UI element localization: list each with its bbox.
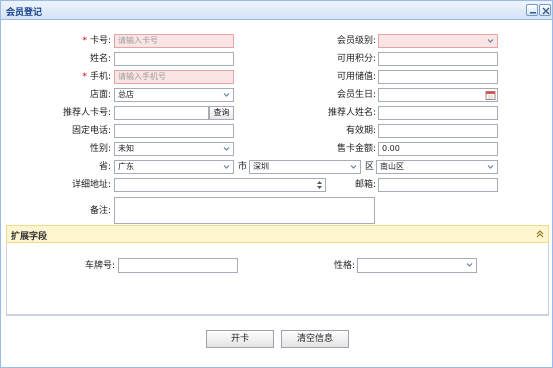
email-label: 邮箱: xyxy=(354,180,376,190)
birthday-label: 会员生日: xyxy=(336,90,376,100)
chevron-down-icon xyxy=(350,165,357,169)
card-no-input[interactable]: 请输入卡号 xyxy=(114,34,234,48)
personality-label: 性格: xyxy=(333,261,355,271)
card-amount-label: 售卡金额: xyxy=(336,144,376,154)
phone-input[interactable]: 请输入手机号 xyxy=(114,70,234,84)
validity-label: 有效期: xyxy=(345,126,376,136)
extended-fields-title: 扩展字段 xyxy=(11,232,48,242)
chevron-down-icon xyxy=(466,263,473,267)
card-amount-input[interactable]: 0.00 xyxy=(378,142,498,156)
window-title: 会员登记 xyxy=(6,8,43,18)
name-input[interactable] xyxy=(114,52,234,66)
chevron-down-icon xyxy=(223,93,230,97)
points-input[interactable] xyxy=(378,52,498,66)
member-level-label: 会员级别: xyxy=(336,36,376,46)
city-select[interactable]: 深圳 xyxy=(249,160,361,174)
district-select[interactable]: 南山区 xyxy=(376,160,498,174)
points-label: 可用积分: xyxy=(336,54,376,64)
remark-label: 备注: xyxy=(89,206,111,216)
gender-label: 性别: xyxy=(89,144,111,154)
window-titlebar: 会员登记 xyxy=(1,1,552,20)
referrer-card-input[interactable] xyxy=(114,106,209,120)
minimize-button[interactable] xyxy=(526,4,538,16)
store-label: 店面: xyxy=(89,90,111,100)
stored-value-input[interactable] xyxy=(378,70,498,84)
close-icon xyxy=(542,7,550,15)
member-level-select[interactable] xyxy=(378,34,498,48)
stored-value-label: 可用储值: xyxy=(336,72,376,82)
open-card-button[interactable]: 开卡 xyxy=(206,330,274,348)
card-no-label: * 卡号: xyxy=(82,36,111,46)
personality-select[interactable] xyxy=(357,258,477,273)
referrer-card-label: 推荐人卡号: xyxy=(62,108,111,118)
query-button[interactable]: 查询 xyxy=(209,106,234,120)
extended-fields-header[interactable]: 扩展字段 xyxy=(6,225,549,243)
province-label: 省: xyxy=(98,162,111,172)
close-button[interactable] xyxy=(539,4,551,16)
landline-label: 固定电话: xyxy=(71,126,111,136)
phone-label: * 手机: xyxy=(82,72,111,82)
gender-select[interactable]: 未知 xyxy=(114,142,234,156)
district-label: 区 xyxy=(364,162,374,172)
collapse-icon[interactable] xyxy=(535,229,545,239)
validity-input[interactable] xyxy=(378,124,498,138)
plate-no-label: 车牌号: xyxy=(84,261,115,271)
footer-divider xyxy=(6,315,549,316)
birthday-input[interactable] xyxy=(378,88,498,102)
calendar-icon[interactable] xyxy=(485,90,496,100)
chevron-down-icon xyxy=(223,165,230,169)
remark-textarea[interactable] xyxy=(114,197,375,224)
chevron-down-icon xyxy=(487,39,494,43)
plate-no-input[interactable] xyxy=(118,258,238,273)
address-input[interactable] xyxy=(114,178,326,192)
email-input[interactable] xyxy=(378,178,498,192)
minimize-icon xyxy=(530,12,536,14)
province-select[interactable]: 广东 xyxy=(114,160,234,174)
landline-input[interactable] xyxy=(114,124,234,138)
clear-info-button[interactable]: 清空信息 xyxy=(281,330,349,348)
city-label: 市 xyxy=(237,162,247,172)
chevron-down-icon xyxy=(223,147,230,151)
name-label: 姓名: xyxy=(89,54,111,64)
referrer-name-input[interactable] xyxy=(378,106,498,120)
store-select[interactable]: 总店 xyxy=(114,88,234,102)
member-registration-window: 会员登记 * 卡号: 请输入卡号 会员级别: 姓名: 可用积分: * 手机: 请输入… xyxy=(0,0,553,368)
extended-fields-panel xyxy=(6,243,549,315)
chevron-down-icon xyxy=(487,165,494,169)
referrer-name-label: 推荐人姓名: xyxy=(327,108,376,118)
address-label: 详细地址: xyxy=(71,180,111,190)
